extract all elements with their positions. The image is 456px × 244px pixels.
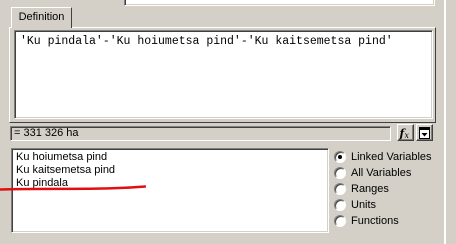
- radio-label: Functions: [351, 215, 399, 227]
- radio-label: Ranges: [351, 183, 389, 195]
- list-item[interactable]: Ku hoiumetsa pind: [16, 151, 107, 164]
- expression-text: 'Ku pindala'-'Ku hoiumetsa pind'-'Ku kai…: [20, 35, 393, 48]
- radio-button[interactable]: [334, 167, 346, 179]
- radio-label: All Variables: [351, 167, 412, 179]
- radio-label: Units: [351, 199, 377, 211]
- radio-functions[interactable]: Functions: [334, 214, 444, 230]
- result-text: = 331 326 ha: [14, 127, 79, 139]
- radio-button[interactable]: [334, 215, 346, 227]
- radio-all-variables[interactable]: All Variables: [334, 166, 444, 182]
- radio-linked-variables[interactable]: Linked Variables: [334, 150, 444, 166]
- radio-units[interactable]: Units: [334, 198, 444, 214]
- list-item[interactable]: Ku kaitsemetsa pind: [16, 164, 115, 177]
- panel-right-edge: [444, 0, 456, 244]
- radio-button[interactable]: [334, 199, 346, 211]
- radio-button[interactable]: [334, 151, 346, 163]
- radio-label: Linked Variables: [351, 151, 432, 163]
- result-field: = 331 326 ha: [10, 126, 391, 141]
- annotation-underline: [0, 185, 146, 191]
- top-field: [124, 0, 435, 6]
- function-button[interactable]: f x: [397, 124, 414, 141]
- tab-definition-label: Definition: [18, 11, 65, 23]
- radio-button[interactable]: [334, 183, 346, 195]
- insert-down-icon: [419, 127, 430, 139]
- radio-selected-dot: [338, 155, 342, 159]
- expression-editor[interactable]: 'Ku pindala'-'Ku hoiumetsa pind'-'Ku kai…: [14, 30, 433, 119]
- function-icon: f x: [399, 127, 410, 140]
- tab-definition[interactable]: Definition: [11, 7, 72, 28]
- radio-ranges[interactable]: Ranges: [334, 182, 444, 198]
- insert-button[interactable]: [416, 124, 433, 141]
- svg-text:x: x: [405, 131, 410, 140]
